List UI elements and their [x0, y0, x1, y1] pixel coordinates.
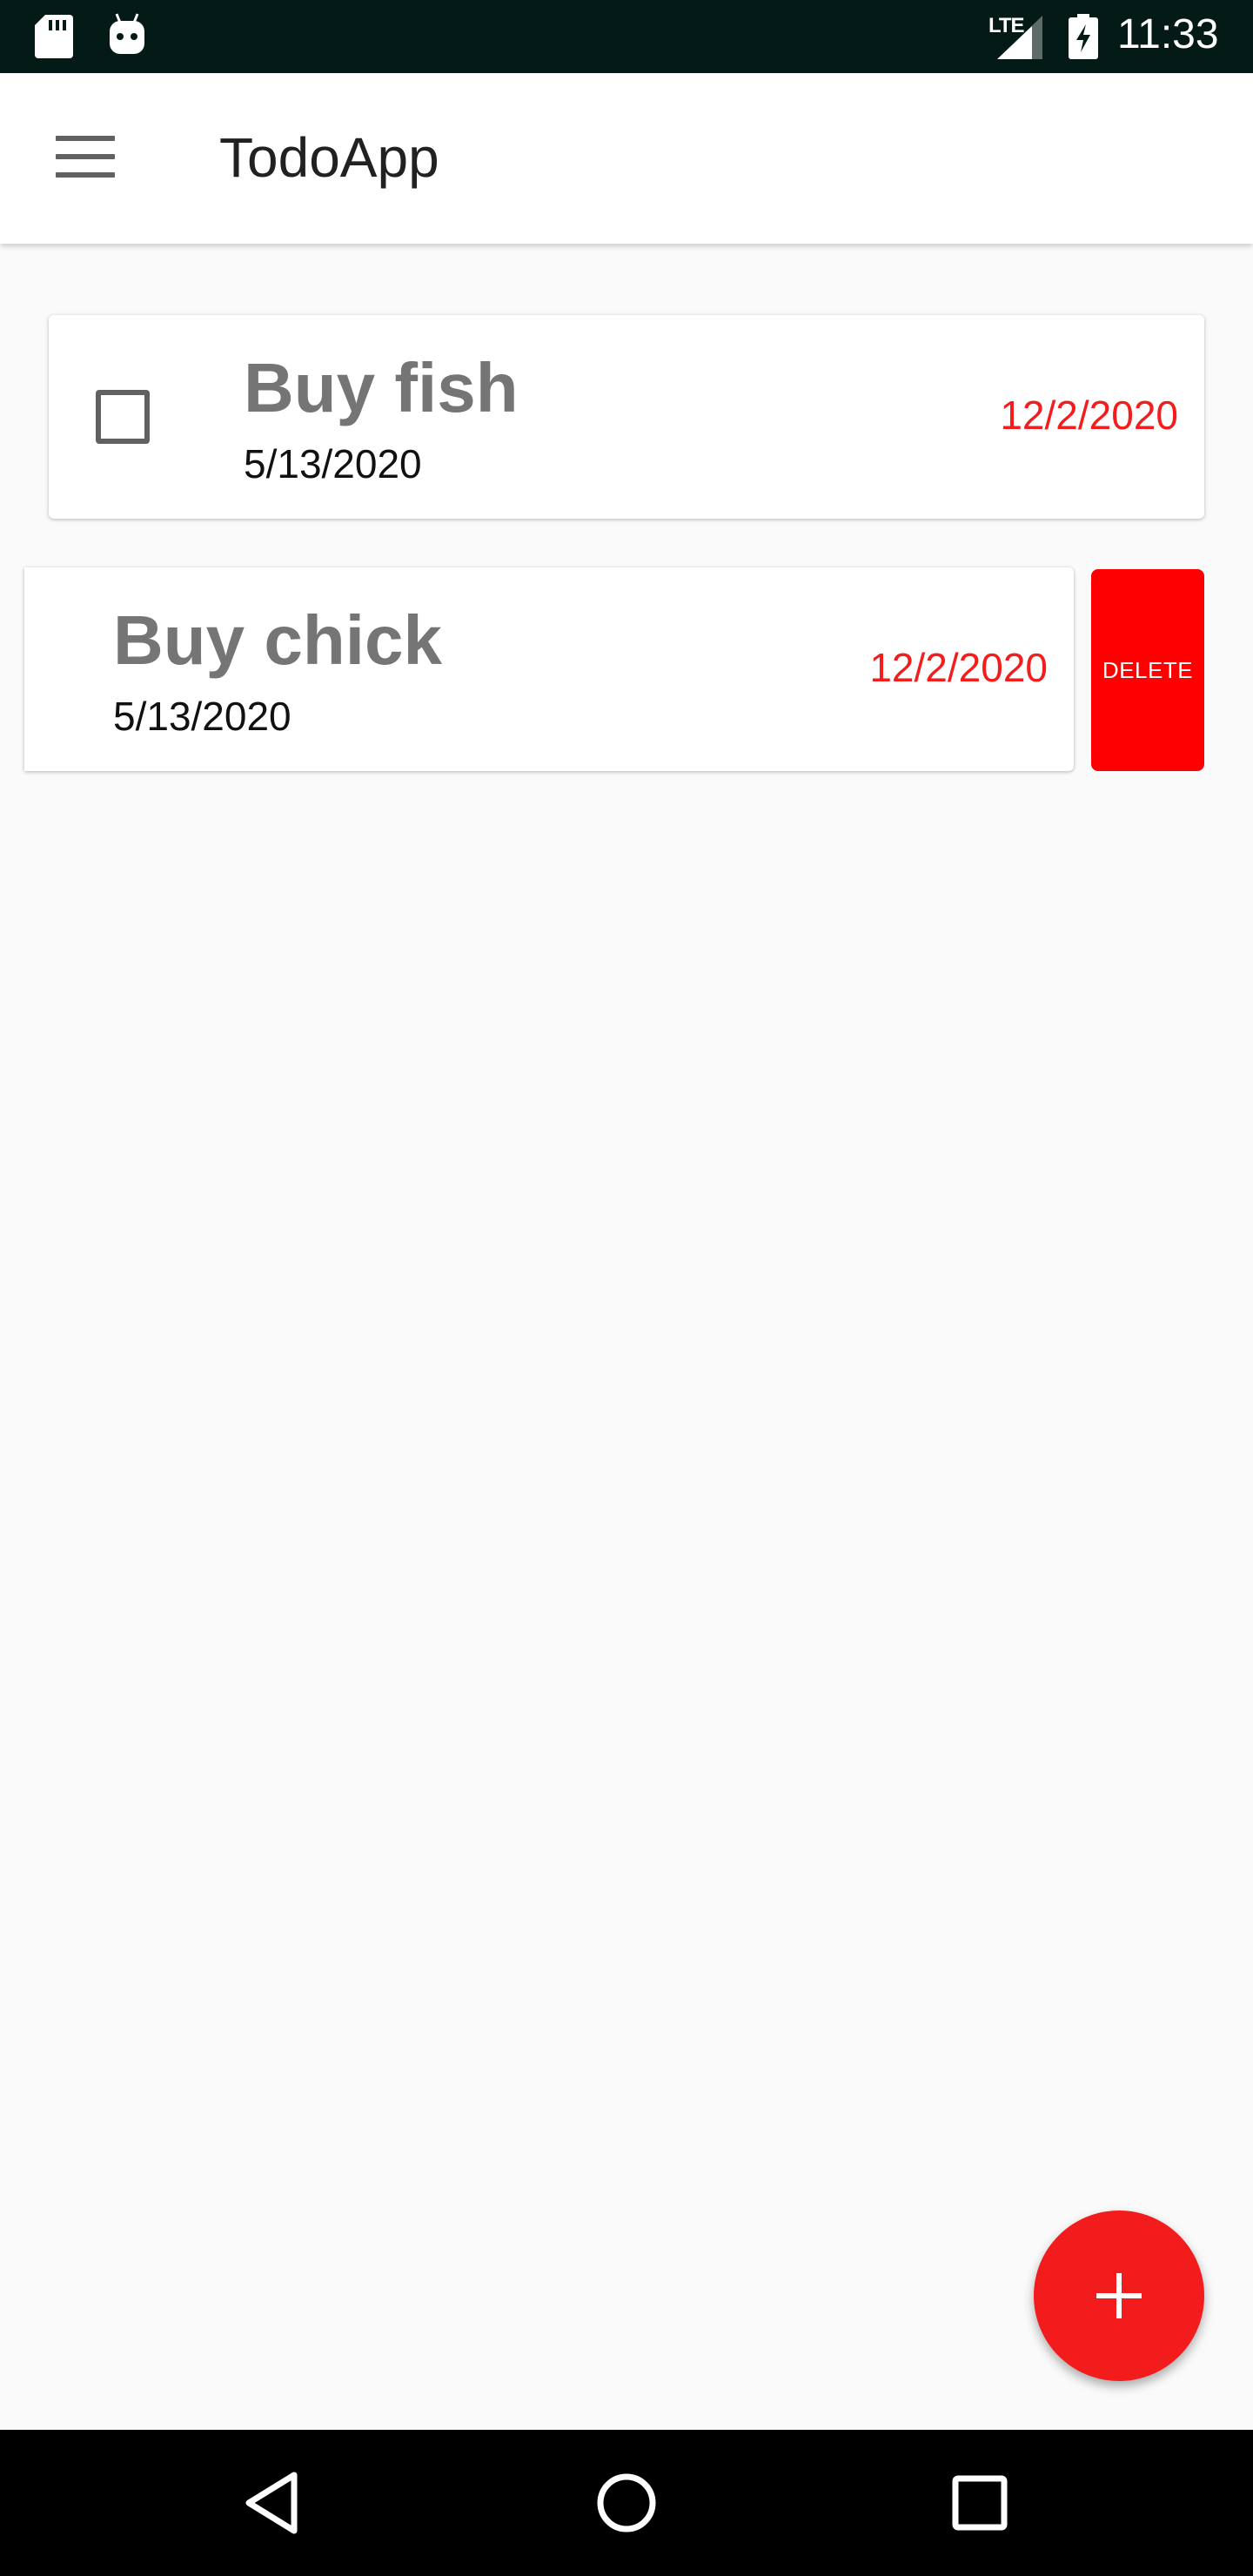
android-icon	[110, 13, 144, 54]
sd-card-icon	[35, 15, 73, 58]
todo-due-date: 12/2/2020	[869, 645, 1048, 690]
status-clock: 11:33	[1117, 11, 1219, 57]
todo-title: Buy fish	[244, 349, 519, 426]
recents-icon[interactable]	[945, 2468, 1015, 2538]
signal-icon	[997, 16, 1042, 59]
app-bar: TodoApp	[0, 73, 1253, 244]
todo-title: Buy chick	[113, 601, 442, 679]
page-title: TodoApp	[219, 126, 439, 189]
status-bar: LTE 11:33	[0, 0, 1253, 73]
todo-created-date: 5/13/2020	[244, 441, 422, 486]
system-nav-bar	[0, 2430, 1253, 2576]
add-todo-button[interactable]	[1034, 2210, 1204, 2381]
hamburger-menu-icon[interactable]	[56, 136, 115, 178]
todo-card-swiped[interactable]: Buy chick 5/13/2020 12/2/2020	[24, 567, 1074, 771]
battery-charging-icon	[1069, 14, 1098, 59]
todo-due-date: 12/2/2020	[1000, 392, 1178, 438]
todo-created-date: 5/13/2020	[113, 694, 291, 739]
delete-button[interactable]: DELETE	[1091, 569, 1204, 771]
home-icon[interactable]	[592, 2468, 661, 2538]
todo-card[interactable]: Buy fish 5/13/2020 12/2/2020	[49, 315, 1204, 519]
todo-checkbox[interactable]	[96, 390, 150, 444]
back-icon[interactable]	[240, 2468, 310, 2538]
